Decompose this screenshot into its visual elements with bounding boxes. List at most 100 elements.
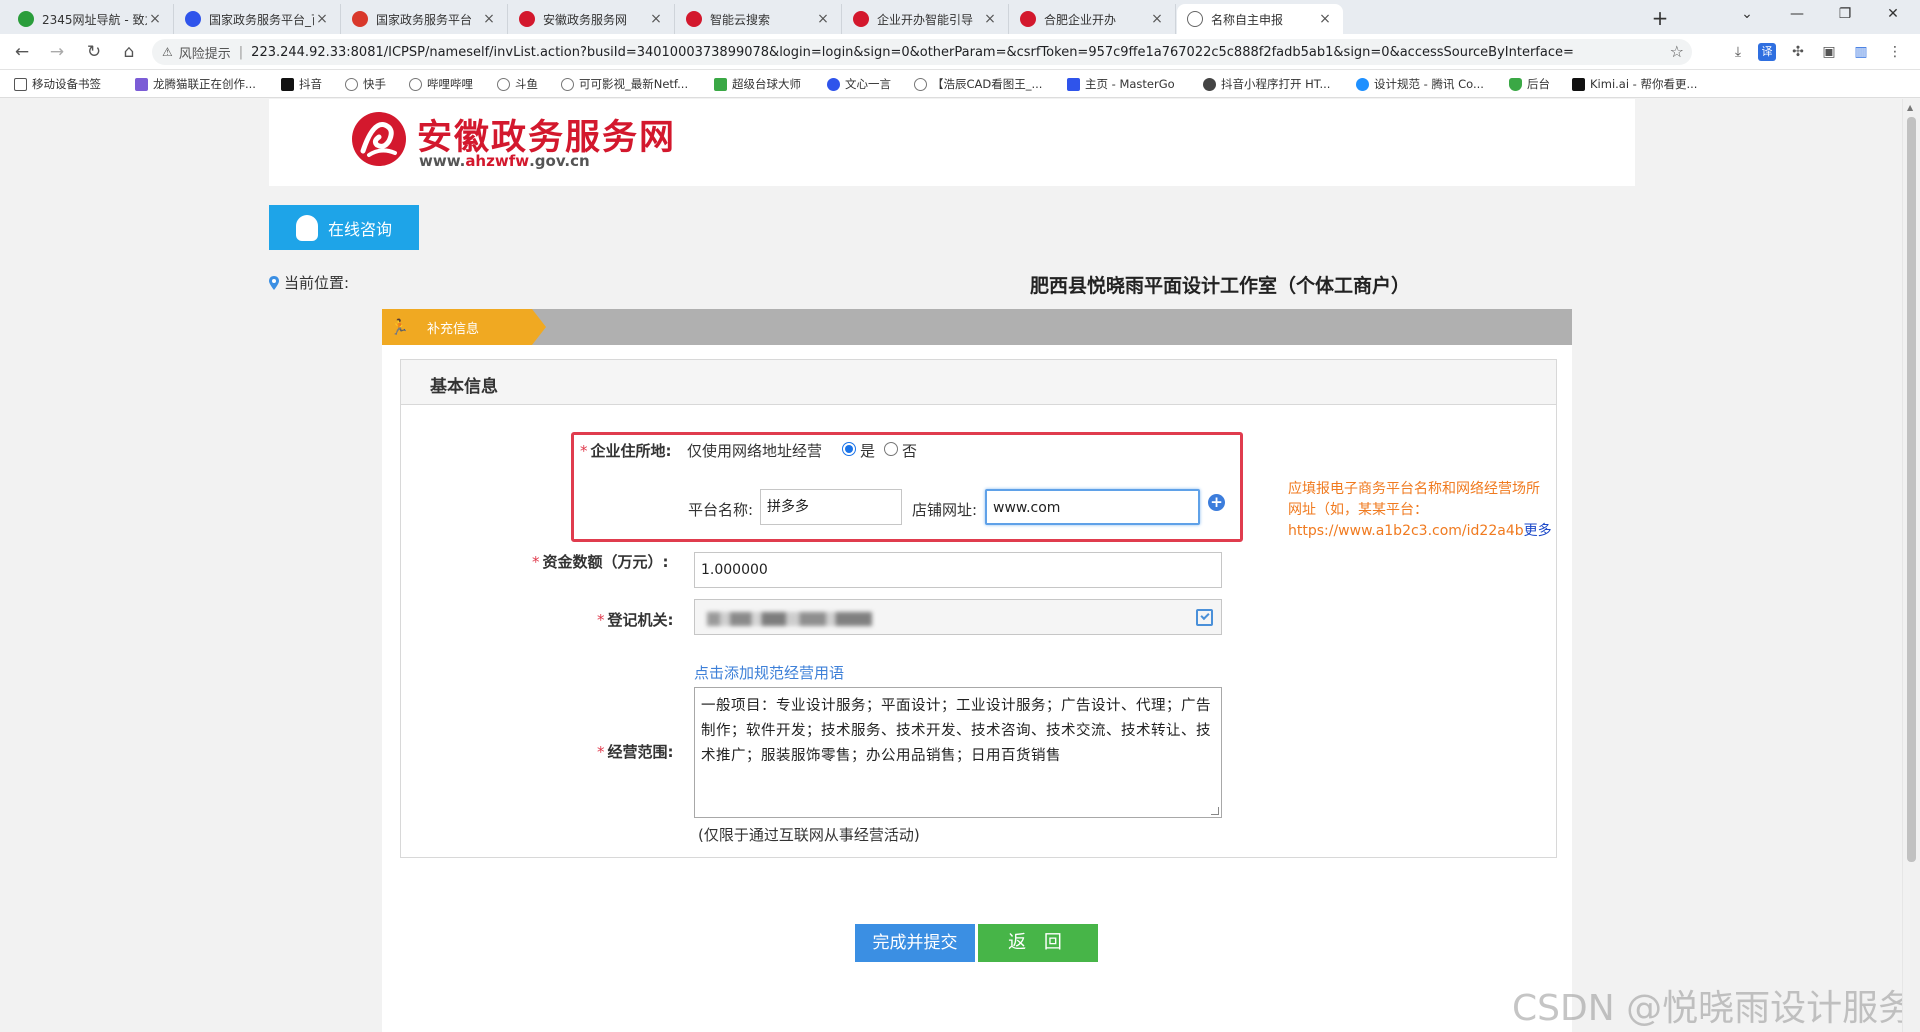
extensions-puzzle-icon[interactable]: ✣ (1789, 43, 1807, 61)
browser-tab[interactable]: 智能云搜索 × (676, 4, 842, 34)
browser-tab[interactable]: 国家政务服务平台_百度搜 × (175, 4, 341, 34)
scroll-up-arrow-icon[interactable]: ▲ (1907, 103, 1913, 112)
bookmark-star-icon[interactable]: ☆ (1670, 42, 1684, 61)
browser-tab[interactable]: 国家政务服务平台 × (342, 4, 508, 34)
back-button-page[interactable]: 返 回 (978, 924, 1098, 962)
tab-favicon-icon (519, 11, 535, 27)
location-label: 当前位置: (284, 274, 350, 292)
home-button[interactable]: ⌂ (117, 41, 141, 63)
edit-checkbox-icon[interactable] (1196, 609, 1213, 626)
business-scope-textarea[interactable]: 一般项目：专业设计服务；平面设计；工业设计服务；广告设计、代理；广告制作；软件开… (694, 687, 1222, 818)
bookmark-label: 文心一言 (845, 77, 891, 91)
chart-extension-icon[interactable]: ▥ (1852, 43, 1870, 61)
wenxin-icon (827, 77, 840, 91)
globe-icon (409, 77, 422, 91)
bookmark-item[interactable]: 可可影视_最新Netf... (561, 76, 688, 92)
bookmark-item[interactable]: 超级台球大师 (714, 76, 801, 92)
tab-close-icon[interactable]: × (481, 11, 497, 27)
menu-kebab-icon[interactable]: ⋮ (1886, 43, 1904, 61)
bookmark-label: 抖音 (299, 77, 322, 91)
authority-select[interactable] (694, 599, 1222, 635)
browser-tab-active[interactable]: 名称自主申报 × (1177, 4, 1343, 34)
translate-extension-icon[interactable]: 译 (1758, 43, 1776, 61)
bookmark-item[interactable]: 斗鱼 (497, 76, 538, 92)
bookmark-item[interactable]: 设计规范 - 腾讯 Co... (1356, 76, 1484, 92)
bookmark-favicon-icon (135, 77, 148, 91)
tab-close-icon[interactable]: × (1317, 11, 1333, 27)
browser-tab[interactable]: 安徽政务服务网 × (509, 4, 675, 34)
online-consult-button[interactable]: 在线咨询 (269, 205, 419, 250)
bookmark-item[interactable]: 移动设备书签 (14, 76, 101, 92)
bookmark-label: 设计规范 - 腾讯 Co... (1374, 77, 1484, 91)
bookmark-item[interactable]: 快手 (345, 76, 386, 92)
sidebar-icon[interactable]: ▣ (1820, 43, 1838, 61)
download-icon[interactable]: ⤓ (1729, 43, 1747, 61)
tab-close-icon[interactable]: × (815, 11, 831, 27)
radio-no[interactable] (884, 442, 898, 456)
billiards-icon (714, 77, 727, 91)
reload-button[interactable]: ↻ (82, 41, 106, 63)
globe-icon (497, 77, 510, 91)
radio-yes[interactable] (842, 442, 856, 456)
close-window-button[interactable]: ✕ (1878, 6, 1908, 22)
page-scrollbar[interactable]: ▲ (1902, 99, 1920, 1032)
browser-tab[interactable]: 2345网址导航 - 致力于打 × (8, 4, 174, 34)
site-logo-icon (352, 112, 406, 166)
shop-url-input[interactable]: www.com (985, 489, 1200, 525)
bookmark-label: 龙腾猫联正在创作... (153, 77, 256, 91)
restore-button[interactable]: ❐ (1830, 6, 1860, 22)
company-title: 肥西县悦晓雨平面设计工作室（个体工商户） (1030, 275, 1411, 297)
site-url: www.ahzwfw.gov.cn (419, 152, 590, 170)
submit-button[interactable]: 完成并提交 (855, 924, 975, 962)
step-active: 🏃 补充信息 (382, 309, 532, 345)
radio-yes-label[interactable]: 是 (860, 440, 875, 461)
warning-icon[interactable]: ⚠ (162, 45, 173, 59)
bookmark-item[interactable]: Kimi.ai - 帮你看更... (1572, 76, 1697, 92)
risk-label[interactable]: 风险提示 (179, 43, 231, 62)
browser-tab-bar: 2345网址导航 - 致力于打 × 国家政务服务平台_百度搜 × 国家政务服务平… (0, 0, 1920, 34)
add-standard-terms-link[interactable]: 点击添加规范经营用语 (694, 662, 844, 683)
hint-more-link[interactable]: 更多 (1524, 523, 1552, 539)
tab-favicon-icon (18, 11, 34, 27)
url-text[interactable]: 223.244.92.33:8081/ICPSP/nameself/invLis… (251, 45, 1574, 60)
capital-input[interactable]: 1.000000 (694, 552, 1222, 588)
bookmark-label: 抖音小程序打开 HT... (1221, 77, 1331, 91)
bookmark-item[interactable]: 抖音 (281, 76, 322, 92)
bookmark-item[interactable]: 主页 - MasterGo (1067, 76, 1175, 92)
bookmark-item[interactable]: 【浩辰CAD看图王_... (914, 76, 1042, 92)
tab-close-icon[interactable]: × (982, 11, 998, 27)
back-button[interactable]: ← (10, 41, 34, 63)
bookmark-item[interactable]: 抖音小程序打开 HT... (1203, 76, 1330, 92)
browser-tab[interactable]: 合肥企业开办 × (1010, 4, 1176, 34)
tab-close-icon[interactable]: × (1149, 11, 1165, 27)
tab-close-icon[interactable]: × (648, 11, 664, 27)
bookmark-item[interactable]: 龙腾猫联正在创作... (135, 76, 256, 92)
tab-close-icon[interactable]: × (147, 11, 163, 27)
tab-label: 合肥企业开办 (1044, 12, 1117, 27)
add-platform-icon[interactable]: + (1208, 494, 1225, 511)
browser-tab[interactable]: 企业开办智能引导 × (843, 4, 1009, 34)
tab-close-icon[interactable]: × (314, 11, 330, 27)
authority-label: * 登记机关: (597, 611, 674, 629)
qq-icon (295, 214, 318, 241)
bookmark-label: Kimi.ai - 帮你看更... (1590, 77, 1698, 91)
tab-search-icon[interactable]: ⌄ (1732, 6, 1762, 22)
forward-button[interactable]: → (45, 41, 69, 63)
bookmark-item[interactable]: 后台 (1509, 76, 1550, 92)
person-icon (1203, 77, 1216, 91)
bookmark-label: 移动设备书签 (32, 77, 101, 91)
minimize-button[interactable]: — (1782, 6, 1812, 22)
tab-label: 安徽政务服务网 (543, 12, 628, 27)
scroll-thumb[interactable] (1907, 117, 1916, 862)
address-bar[interactable]: ⚠ 风险提示 | 223.244.92.33:8081/ICPSP/namese… (152, 39, 1692, 65)
new-tab-button[interactable]: + (1648, 6, 1672, 30)
bookmark-item[interactable]: 文心一言 (827, 76, 891, 92)
bookmark-label: 哔哩哔哩 (427, 77, 473, 91)
bookmark-label: 超级台球大师 (732, 77, 801, 91)
tab-label: 国家政务服务平台 (376, 12, 473, 27)
bookmark-item[interactable]: 哔哩哔哩 (409, 76, 473, 92)
platform-name-input[interactable]: 拼多多 (760, 489, 902, 525)
running-person-icon: 🏃 (390, 318, 409, 336)
resize-handle[interactable] (1211, 807, 1219, 815)
radio-no-label[interactable]: 否 (902, 440, 917, 461)
